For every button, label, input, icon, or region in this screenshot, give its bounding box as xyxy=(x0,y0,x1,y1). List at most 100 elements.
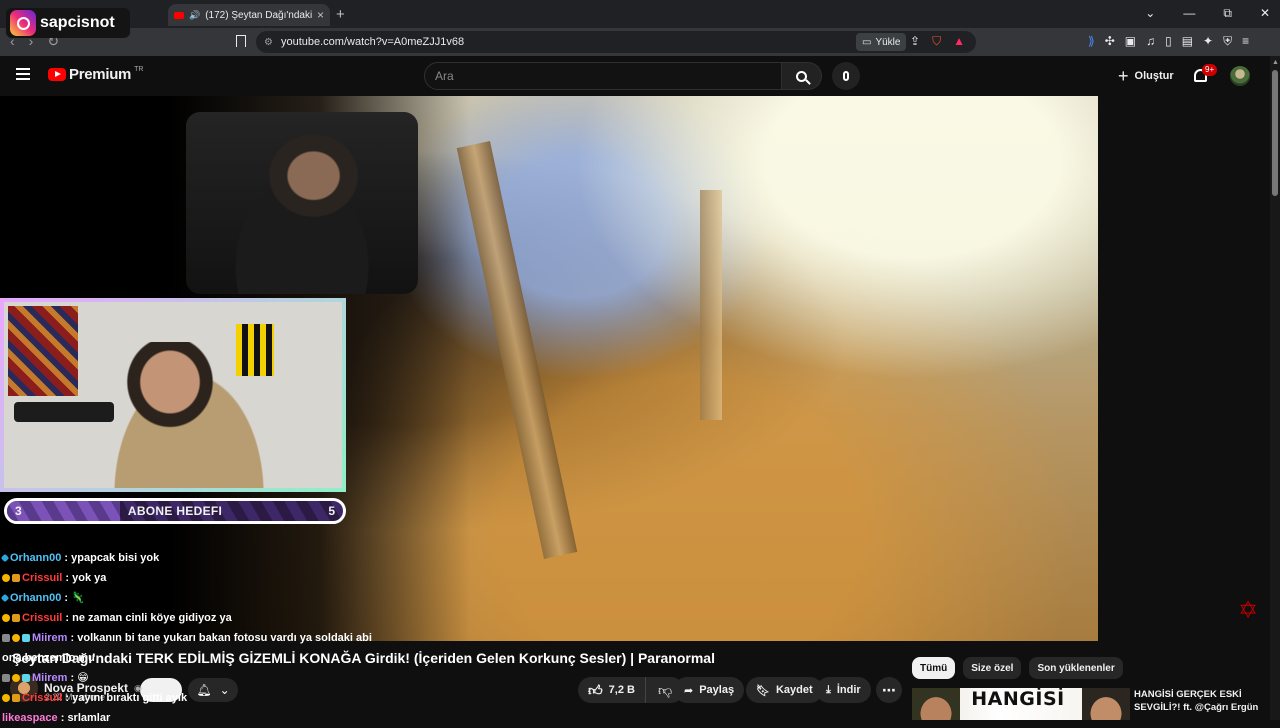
search-button[interactable] xyxy=(782,62,822,90)
webcam-tapestry xyxy=(8,306,78,396)
chat-message: Miirem : 😁 xyxy=(2,668,362,688)
video-scene-post xyxy=(700,190,722,420)
bookmark-outline-icon: 🔖︎ xyxy=(756,684,770,697)
recommended-video-title[interactable]: HANGİSİ GERÇEK ESKİ SEVGİLİ?! ft. @Çağrı… xyxy=(1134,688,1268,714)
extensions-puzzle-icon[interactable]: ✣ xyxy=(1105,34,1115,49)
voice-search-button[interactable] xyxy=(832,62,860,90)
chat-text: : srlamlar xyxy=(60,712,111,724)
leo-ai-icon[interactable]: ✦ xyxy=(1203,34,1213,49)
notifications-button[interactable]: 9+ xyxy=(1192,64,1218,86)
screenshot-icon[interactable]: ▣ xyxy=(1125,34,1136,49)
chip-for-you[interactable]: Size özel xyxy=(963,657,1022,679)
chat-message: Miirem : volkanın bi tane yukarı bakan f… xyxy=(2,628,372,648)
thumbnail-headline: HANGİSİ xyxy=(971,688,1065,710)
chat-text: : yayını bıraktı gitti ayık xyxy=(65,692,188,704)
search-icon xyxy=(796,70,807,82)
chat-badge-icon xyxy=(2,694,10,703)
download-icon: ⤓ xyxy=(826,683,831,696)
account-avatar[interactable] xyxy=(1230,66,1250,86)
minimize-button[interactable]: — xyxy=(1183,6,1195,21)
save-label: Kaydet xyxy=(775,684,813,696)
search-placeholder: Ara xyxy=(435,69,454,83)
save-button[interactable]: 🔖︎ Kaydet xyxy=(746,677,823,703)
share-page-icon[interactable]: ⇪ xyxy=(910,34,920,49)
chat-username: Crissuil xyxy=(22,612,63,624)
hamburger-menu-icon[interactable] xyxy=(16,68,30,80)
create-button[interactable]: + Oluştur xyxy=(1118,64,1174,88)
url-text: youtube.com/watch?v=A0meZJJ1v68 xyxy=(280,36,465,48)
chat-text: : 😁 xyxy=(70,672,89,684)
youtube-favicon-icon xyxy=(174,11,184,19)
chat-username: Orhann00 xyxy=(10,592,62,604)
chat-badge-icon xyxy=(22,634,30,643)
chat-badge-icon xyxy=(2,634,10,643)
chat-message: Crissuil : yok ya xyxy=(2,568,362,588)
thumbs-down-icon: 👎︎ xyxy=(657,681,673,698)
more-actions-button[interactable]: ⋯ xyxy=(876,677,902,703)
browser-tab-active[interactable]: 🔊 (172) Şeytan Dağı'ndaki TERK × xyxy=(168,4,330,26)
search-input[interactable]: Ara xyxy=(424,62,782,90)
scroll-up-arrow-icon[interactable]: ▲ xyxy=(1272,59,1279,66)
brave-rewards-icon[interactable]: ▲ xyxy=(953,34,965,49)
sidebar-icon[interactable]: ▯ xyxy=(1165,34,1172,49)
download-button[interactable]: ⤓ İndir xyxy=(816,677,871,703)
browser-menu-icon[interactable]: ≡ xyxy=(1242,34,1249,49)
chat-text: : 🦎 xyxy=(64,592,85,604)
restore-button[interactable]: ⧉ xyxy=(1223,6,1232,21)
chat-username: Miirem xyxy=(32,672,68,684)
streamer-webcam xyxy=(0,298,346,492)
close-window-button[interactable]: ✕ xyxy=(1260,6,1270,21)
youtube-premium-logo[interactable]: Premium TR xyxy=(48,66,143,83)
bookmark-icon[interactable] xyxy=(236,35,246,47)
chat-badge-icon xyxy=(12,674,20,683)
vpn-icon[interactable]: ⛨ xyxy=(1223,34,1232,49)
audio-playing-icon[interactable]: 🔊 xyxy=(189,10,200,21)
chat-badge-icon xyxy=(0,593,10,603)
create-label: Oluştur xyxy=(1134,70,1174,82)
extension-icons: ⟫ ✣ ▣ ♫ ▯ ▤ ✦ ⛨ ≡ xyxy=(1088,34,1249,49)
tab-title: (172) Şeytan Dağı'ndaki TERK xyxy=(205,9,312,21)
chat-text: : ypapcak bisi yok xyxy=(64,552,160,564)
like-button[interactable]: 👍︎ 7,2 B xyxy=(578,677,646,703)
instagram-watermark: sapcisnot xyxy=(6,8,130,38)
microphone-icon xyxy=(843,71,849,81)
chat-username: likeaspace xyxy=(2,712,58,724)
chat-badge-icon xyxy=(12,634,20,643)
chat-text: : volkanın bi tane yukarı bakan fotosu v… xyxy=(70,632,372,644)
share-button[interactable]: ➦ Paylaş xyxy=(674,677,745,703)
chat-message: likeaspace : srlamlar xyxy=(2,708,362,728)
like-dislike-group: 👍︎ 7,2 B 👎︎ xyxy=(578,677,685,703)
music-icon[interactable]: ♫ xyxy=(1146,34,1155,49)
youtube-play-logo-icon xyxy=(48,68,66,81)
chat-text: : ne zaman cinli köye gidiyoz ya xyxy=(65,612,232,624)
site-info-icon[interactable]: ⚙ xyxy=(264,37,273,48)
thumbnail-face-right xyxy=(1082,688,1130,720)
share-arrow-icon: ➦ xyxy=(684,684,694,697)
window-controls: ⌄ — ⧉ ✕ xyxy=(1145,6,1270,21)
scrollbar-thumb[interactable] xyxy=(1272,70,1278,196)
brave-shields-icon[interactable]: ⛉ xyxy=(932,34,941,49)
instagram-icon xyxy=(10,10,36,36)
chat-badge-icon xyxy=(12,574,20,583)
wallet-icon[interactable]: ▤ xyxy=(1182,34,1193,49)
screen-cast-icon: ▭ xyxy=(862,36,872,48)
chat-message: ona benzemio mu xyxy=(2,648,362,668)
chip-recently-uploaded[interactable]: Son yüklenenler xyxy=(1029,657,1123,679)
instagram-handle: sapcisnot xyxy=(40,14,115,31)
chat-badge-icon xyxy=(2,674,10,683)
webcam-microphone-arm xyxy=(14,402,114,422)
tab-close-icon[interactable]: × xyxy=(317,8,324,22)
chat-badge-icon xyxy=(0,553,10,563)
tab-search-icon[interactable]: ⌄ xyxy=(1145,6,1155,21)
chat-username: Miirem xyxy=(32,632,68,644)
notification-count-badge: 9+ xyxy=(1202,64,1218,76)
new-tab-button[interactable]: + xyxy=(336,6,345,23)
chat-text: : yok ya xyxy=(65,572,107,584)
upload-label: Yükle xyxy=(875,36,901,48)
translate-icon[interactable]: ⟫ xyxy=(1088,34,1095,49)
upload-button[interactable]: ▭ Yükle xyxy=(856,33,907,51)
chat-username: Orhann00 xyxy=(10,552,62,564)
country-code: TR xyxy=(134,66,144,73)
chat-message: Orhann00 : 🦎 xyxy=(0,588,362,608)
chip-all[interactable]: Tümü xyxy=(912,657,956,679)
